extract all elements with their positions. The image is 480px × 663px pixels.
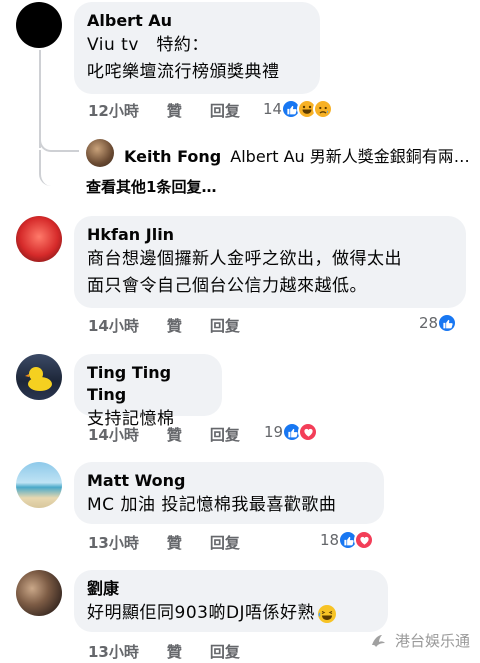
reply-author[interactable]: Keith Fong [124,147,221,166]
like-button[interactable]: 贊 [167,532,182,553]
reaction-summary[interactable]: 19 [264,422,319,442]
comment-actions: 14小時 贊 回复 [88,315,268,336]
duck-icon [25,367,52,391]
like-button[interactable]: 贊 [167,641,182,662]
comment-time[interactable]: 14小時 [88,315,139,336]
comment-text: 商台想邊個攞新人金呼之欲出，做得太出 面只會令自己個台公信力越來越低。 [87,249,402,296]
comment-bubble: 劉康 好明顯佢同903啲DJ唔係好熟 [74,570,388,632]
comment-actions: 14小時 贊 回复 [88,424,268,445]
avatar[interactable] [16,354,62,400]
comment-author[interactable]: Albert Au [87,10,307,32]
reply-text: Albert Au 男新人獎金銀銅有兩… [230,147,470,166]
avatar[interactable] [16,2,62,48]
like-reaction-icon [437,313,458,333]
sad-reaction-icon [313,99,334,119]
watermark-logo-icon [369,629,391,651]
comment-time[interactable]: 12小時 [88,100,139,121]
comment-time[interactable]: 13小時 [88,532,139,553]
avatar[interactable] [16,216,62,262]
comment-text-content: 好明顯佢同903啲DJ唔係好熟 [87,603,316,623]
like-button[interactable]: 贊 [167,100,182,121]
comment-bubble: Ting Ting Ting 支持記憶棉 [74,354,222,429]
comment-time[interactable]: 14小時 [88,424,139,445]
comment-time[interactable]: 13小時 [88,641,139,662]
comment-actions: 13小時 贊 回复 [88,532,268,553]
avatar[interactable] [16,570,62,616]
avatar[interactable] [86,139,114,167]
comment-bubble: Albert Au Viu tv 特約： 叱咤樂壇流行榜頒獎典禮 [74,2,320,94]
comment-author[interactable]: Ting Ting Ting [87,362,209,406]
like-button[interactable]: 贊 [167,315,182,336]
thread-connector [39,128,79,152]
love-reaction-icon [354,530,375,550]
like-button[interactable]: 贊 [167,424,182,445]
comment-text: MC 加油 投記憶棉我最喜歡歌曲 [87,495,337,515]
avatar[interactable] [16,462,62,508]
reply-button[interactable]: 回复 [210,532,240,553]
reaction-count: 28 [419,314,439,332]
comment-author[interactable]: Matt Wong [87,470,371,492]
comment-actions: 13小時 贊 回复 [88,641,268,662]
laughing-emoji-icon [317,604,337,624]
comment-bubble: Hkfan Jlin 商台想邊個攞新人金呼之欲出，做得太出 面只會令自己個台公信… [74,216,466,308]
reply-button[interactable]: 回复 [210,100,240,121]
watermark: 港台娛乐通 [369,629,470,651]
reaction-count: 18 [320,531,340,549]
comment-author[interactable]: Hkfan Jlin [87,224,453,246]
comment-text: 好明顯佢同903啲DJ唔係好熟 [87,600,375,627]
reply-button[interactable]: 回复 [210,641,240,662]
reply-preview[interactable]: Keith Fong Albert Au 男新人獎金銀銅有兩… [124,143,470,167]
love-reaction-icon [298,422,319,442]
comment-text: Viu tv 特約： 叱咤樂壇流行榜頒獎典禮 [87,35,280,82]
reaction-summary[interactable]: 28 [419,313,458,333]
reaction-count: 14 [263,100,283,118]
comment-actions: 12小時 贊 回复 [88,100,268,121]
view-more-replies-link[interactable]: 查看其他1条回复… [86,176,216,197]
reaction-count: 19 [264,423,284,441]
reply-button[interactable]: 回复 [210,315,240,336]
reaction-summary[interactable]: 18 [320,530,375,550]
comment-bubble: Matt Wong MC 加油 投記憶棉我最喜歡歌曲 [74,462,384,524]
watermark-text: 港台娛乐通 [394,631,470,650]
reaction-summary[interactable]: 14 [263,99,334,119]
comment-author[interactable]: 劉康 [87,578,375,600]
reply-button[interactable]: 回复 [210,424,240,445]
thread-connector [39,150,79,186]
